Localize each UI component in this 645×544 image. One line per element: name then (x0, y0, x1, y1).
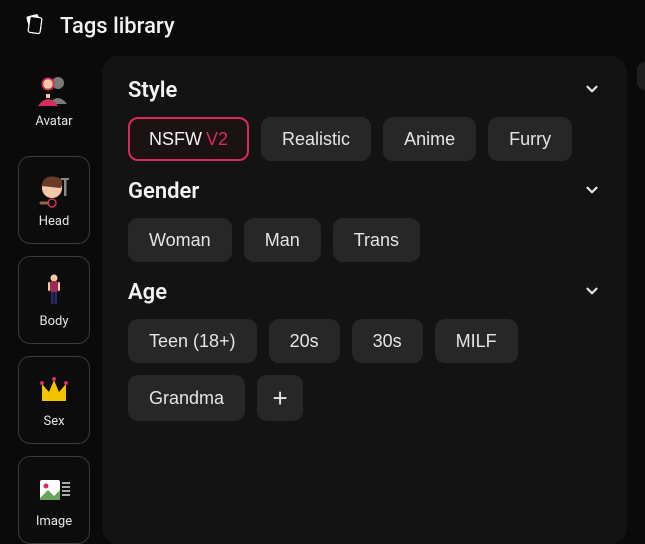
tag-label: Teen (18+) (149, 332, 236, 350)
tag-label: Anime (404, 130, 455, 148)
tags-row-gender: Woman Man Trans (128, 218, 601, 262)
tag-anime[interactable]: Anime (383, 117, 476, 161)
image-icon (34, 472, 74, 508)
content: Avatar Head (0, 56, 645, 544)
group-header-gender[interactable]: Gender (128, 179, 601, 204)
group-title: Age (128, 280, 167, 305)
sidebar-item-sex[interactable]: Sex (18, 356, 90, 444)
tag-label: Woman (149, 231, 211, 249)
group-title: Gender (128, 179, 199, 204)
sidebar-item-image[interactable]: Image (18, 456, 90, 544)
tag-label: Furry (509, 130, 551, 148)
tags-row-style: NSFW V2 Realistic Anime Furry (128, 117, 601, 161)
sidebar: Avatar Head (18, 56, 90, 544)
cards-icon (22, 12, 46, 40)
group-gender: Gender Woman Man Trans (128, 179, 601, 262)
sidebar-item-label: Sex (43, 414, 64, 429)
sidebar-item-label: Avatar (35, 114, 72, 129)
sidebar-item-head[interactable]: Head (18, 156, 90, 244)
tag-realistic[interactable]: Realistic (261, 117, 371, 161)
tag-label: Trans (354, 231, 399, 249)
sidebar-item-label: Head (39, 214, 70, 229)
sidebar-item-body[interactable]: Body (18, 256, 90, 344)
main-panel: Style NSFW V2 Realistic Anime Furry (102, 56, 627, 544)
tag-man[interactable]: Man (244, 218, 321, 262)
tag-label: Man (265, 231, 300, 249)
tag-grandma[interactable]: Grandma (128, 375, 245, 421)
group-header-style[interactable]: Style (128, 78, 601, 103)
tag-woman[interactable]: Woman (128, 218, 232, 262)
right-edge-stub (637, 62, 645, 90)
chevron-down-icon (583, 282, 601, 304)
group-age: Age Teen (18+) 20s 30s MILF (128, 280, 601, 421)
tag-label: Realistic (282, 130, 350, 148)
group-header-age[interactable]: Age (128, 280, 601, 305)
tags-row-age: Teen (18+) 20s 30s MILF Grandma + (128, 319, 601, 421)
plus-icon: + (272, 385, 287, 411)
sidebar-item-avatar[interactable]: Avatar (18, 56, 90, 144)
avatar-icon (34, 72, 74, 108)
tag-label: 30s (373, 332, 402, 350)
page-header: Tags library (0, 0, 645, 56)
page-title: Tags library (60, 14, 175, 39)
tag-suffix: V2 (206, 130, 228, 148)
tag-20s[interactable]: 20s (269, 319, 340, 363)
tag-trans[interactable]: Trans (333, 218, 420, 262)
tag-label: Grandma (149, 389, 224, 407)
tag-label: NSFW (149, 130, 202, 148)
tag-furry[interactable]: Furry (488, 117, 572, 161)
tag-30s[interactable]: 30s (352, 319, 423, 363)
add-tag-button[interactable]: + (257, 375, 303, 421)
sidebar-item-label: Body (40, 314, 69, 329)
group-title: Style (128, 78, 177, 103)
crown-icon (34, 372, 74, 408)
head-icon (34, 172, 74, 208)
tag-label: MILF (456, 332, 497, 350)
group-style: Style NSFW V2 Realistic Anime Furry (128, 78, 601, 161)
tag-milf[interactable]: MILF (435, 319, 518, 363)
body-icon (34, 272, 74, 308)
chevron-down-icon (583, 80, 601, 102)
tag-label: 20s (290, 332, 319, 350)
sidebar-item-label: Image (36, 514, 72, 529)
tag-teen[interactable]: Teen (18+) (128, 319, 257, 363)
tag-nsfw[interactable]: NSFW V2 (128, 117, 249, 161)
chevron-down-icon (583, 181, 601, 203)
